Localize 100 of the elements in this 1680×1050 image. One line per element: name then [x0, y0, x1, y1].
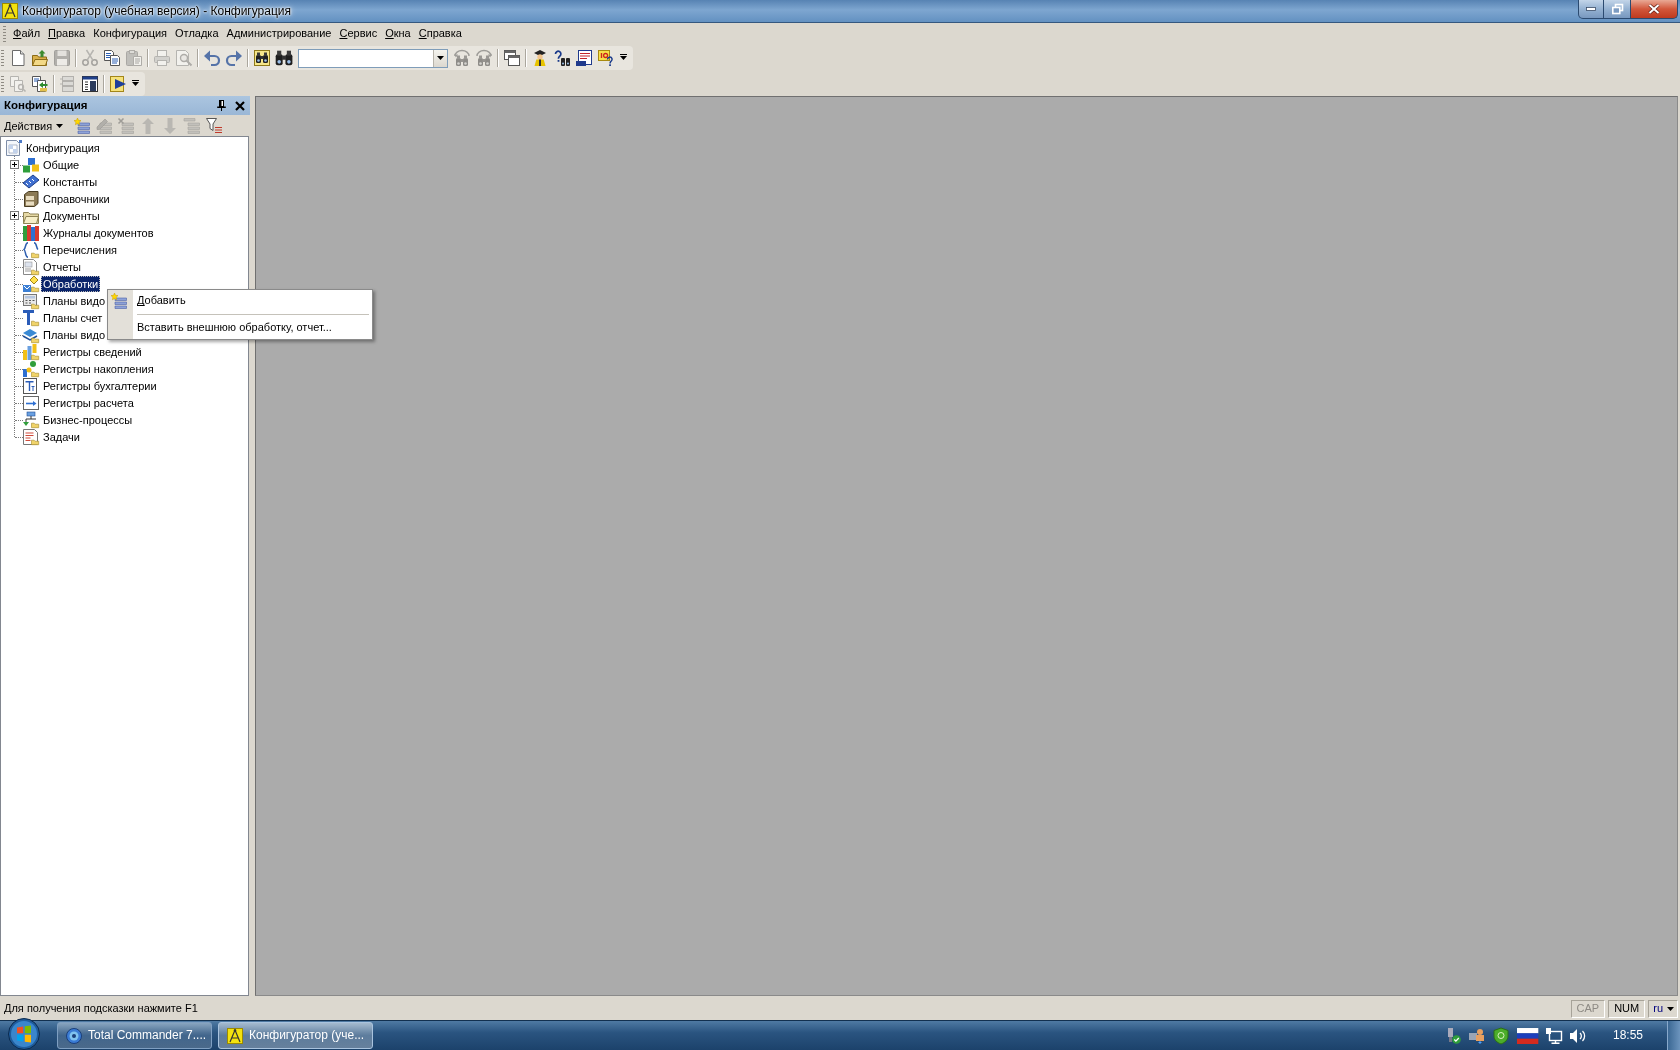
report-page-icon [23, 258, 39, 275]
braces-icon [23, 241, 39, 258]
search-combo-field[interactable] [298, 48, 448, 68]
report-page-icon[interactable] [576, 50, 592, 66]
menu-item[interactable]: Сервис [335, 26, 382, 42]
tree-item[interactable]: Справочники [41, 190, 112, 207]
dropdown-button[interactable] [433, 49, 447, 67]
shield-icon[interactable] [1492, 1027, 1509, 1044]
caret-icon [437, 56, 444, 60]
ruler-icon [23, 173, 39, 190]
close-icon [1648, 4, 1660, 14]
menu-item[interactable]: Добавить [108, 290, 372, 312]
tree-item[interactable]: Общие [41, 156, 82, 173]
tree-item[interactable]: Планы счет [41, 309, 105, 326]
monitor-plug-icon[interactable] [1545, 1027, 1562, 1044]
close-button[interactable] [1631, 0, 1678, 19]
tray-diamond-icon [23, 275, 39, 292]
flag-icon[interactable] [1516, 1027, 1538, 1044]
grip-handle[interactable] [3, 26, 6, 42]
binoculars-icon[interactable] [274, 50, 294, 66]
task-list-icon [23, 428, 39, 445]
actions-menu-button[interactable]: Действия [2, 117, 66, 134]
binoculars-tile-icon[interactable] [254, 50, 270, 66]
menu-item[interactable]: Отладка [171, 26, 223, 42]
page-icon[interactable] [10, 50, 26, 66]
menu-item[interactable]: Вставить внешнюю обработку, отчет... [108, 317, 372, 339]
list-star-icon[interactable] [74, 117, 91, 134]
play-tile-icon[interactable] [110, 75, 126, 92]
tree-item[interactable]: Регистры расчета [41, 394, 136, 411]
tree-item[interactable]: Планы видо [41, 292, 107, 309]
caret-icon [56, 123, 64, 128]
menu-item[interactable]: Справка [414, 26, 466, 42]
layers-icon [23, 326, 39, 343]
menu-item[interactable]: Окна [381, 26, 415, 42]
bar-columns-icon [23, 343, 39, 360]
caret-icon[interactable] [619, 54, 627, 60]
caret-icon[interactable] [131, 79, 139, 86]
tree-item[interactable]: Документы [41, 207, 102, 224]
minimize-button[interactable] [1578, 0, 1604, 19]
tree-item[interactable]: Константы [41, 173, 100, 190]
menu-item[interactable]: Правка [44, 26, 90, 42]
taskbar-button[interactable]: Total Commander 7.... [57, 1022, 212, 1049]
calculator-icon [23, 292, 39, 309]
tree-item[interactable]: Регистры бухгалтерии [41, 377, 159, 394]
question-binoculars-icon[interactable] [554, 50, 570, 66]
window-list-icon[interactable] [82, 75, 98, 92]
pin-icon[interactable] [217, 100, 226, 111]
panel-title: Конфигурация [4, 98, 88, 113]
undo-arrow-icon[interactable] [204, 50, 220, 66]
restore-icon [1611, 4, 1623, 14]
cabinet-icon [23, 190, 39, 207]
start-orb-icon[interactable] [8, 1018, 40, 1050]
tree-item[interactable]: Бизнес-процессы [41, 411, 135, 428]
minimize-icon [1586, 7, 1596, 11]
tree-item[interactable]: Конфигурация [24, 139, 102, 156]
tile-question-icon[interactable] [598, 50, 614, 66]
config-page-icon [6, 139, 22, 156]
funnel-icon[interactable] [206, 117, 223, 134]
compass-tile-icon [2, 3, 18, 19]
tree-item[interactable]: Обработки [41, 275, 101, 292]
menu-item[interactable]: Файл [9, 26, 45, 42]
show-desktop-button[interactable] [1667, 1020, 1680, 1050]
expand-icon[interactable] [10, 160, 19, 169]
menu-item[interactable]: Конфигурация [89, 26, 172, 42]
tree-item[interactable]: Регистры сведений [41, 343, 144, 360]
flowchart-icon [23, 411, 39, 428]
expand-icon[interactable] [10, 211, 19, 220]
arrow-box-icon [23, 394, 39, 411]
speaker-icon[interactable] [1569, 1027, 1585, 1044]
people-icon[interactable] [1468, 1027, 1485, 1044]
list-star-icon [111, 293, 127, 309]
redo-arrow-icon[interactable] [226, 50, 242, 66]
tree-item[interactable]: Журналы документов [41, 224, 156, 241]
tree-item[interactable]: Перечисления [41, 241, 119, 258]
windows-icon[interactable] [504, 50, 520, 66]
tee-shape-icon [23, 309, 39, 326]
folder-arrow-icon[interactable] [32, 50, 48, 66]
close-icon[interactable] [235, 100, 245, 111]
tree-item[interactable]: Планы видо [41, 326, 107, 343]
pages-arrow-icon[interactable] [32, 75, 48, 92]
tree-item[interactable]: Регистры накопления [41, 360, 156, 377]
grip-handle[interactable] [1, 50, 4, 66]
copy-pages-icon[interactable] [104, 50, 120, 66]
clock-text: 18:55 [1612, 1028, 1643, 1043]
caret-icon [1667, 1007, 1674, 1011]
cubes-icon [23, 156, 39, 173]
taskbar-button[interactable]: Конфигуратор (уче... [218, 1022, 373, 1049]
tree-item[interactable]: Отчеты [41, 258, 84, 275]
tree-item[interactable]: Задачи [41, 428, 82, 445]
keyboard-indicator: NUM [1608, 1000, 1646, 1018]
grip-handle[interactable] [1, 75, 4, 92]
ledger-page-icon [23, 377, 39, 394]
graduate-figure-icon[interactable] [532, 50, 548, 66]
language-button[interactable]: ru [1648, 1000, 1678, 1018]
coins-icon [23, 360, 39, 377]
disc-icon [66, 1027, 82, 1044]
menu-item[interactable]: Администрирование [222, 26, 336, 42]
restore-button[interactable] [1604, 0, 1631, 19]
status-hint-text: Для получения подсказки нажмите F1 [4, 1002, 198, 1016]
compass-tile-icon [227, 1027, 243, 1044]
